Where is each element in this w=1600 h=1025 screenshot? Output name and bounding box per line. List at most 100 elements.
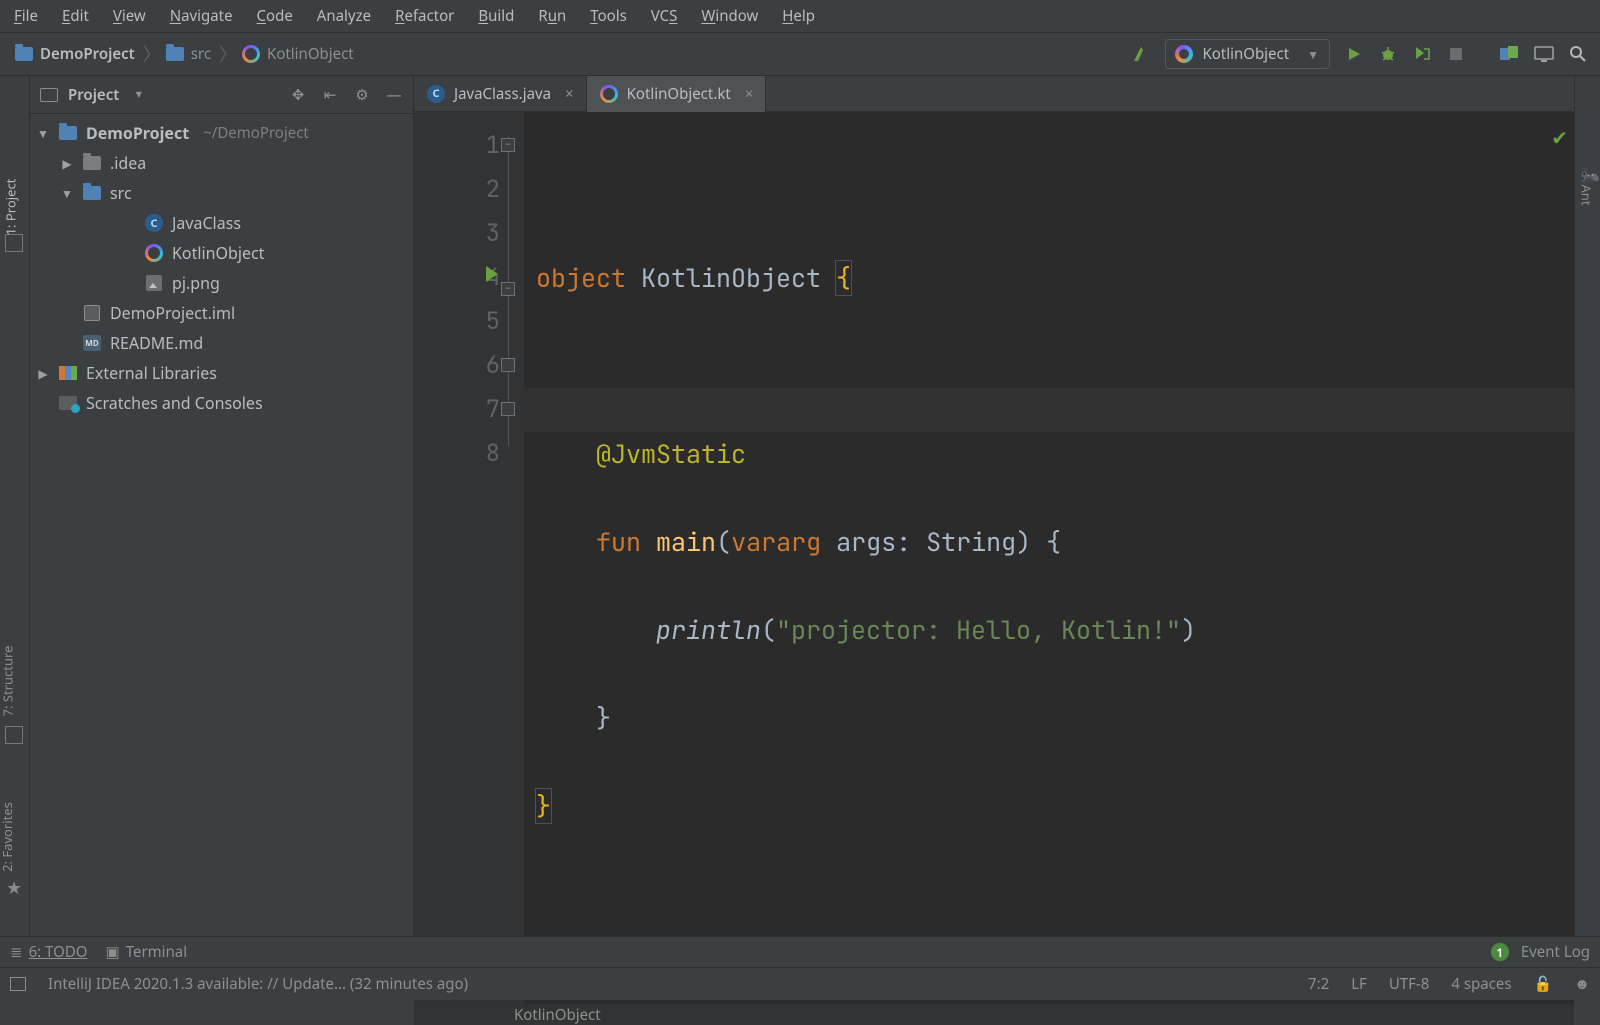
tab-javaclass[interactable]: C JavaClass.java × — [414, 76, 587, 112]
kotlin-file-icon — [599, 84, 619, 104]
line-separator[interactable]: LF — [1351, 974, 1367, 994]
breadcrumb: DemoProject 〉 src 〉 KotlinObject — [14, 41, 358, 67]
kotlin-icon — [1174, 44, 1194, 64]
folder-icon — [165, 44, 185, 64]
menu-build[interactable]: Build — [468, 3, 524, 29]
caret-position[interactable]: 7:2 — [1308, 974, 1329, 994]
locate-icon[interactable]: ✥ — [285, 85, 311, 105]
folder-icon — [58, 123, 78, 143]
inspection-ok-icon[interactable]: ✔ — [1551, 116, 1568, 160]
build-icon[interactable] — [1125, 38, 1157, 70]
tree-node-readme[interactable]: ·MD README.md — [30, 328, 413, 358]
project-tree-title[interactable]: Project — [68, 85, 119, 105]
structure-panel-icon[interactable] — [5, 726, 23, 744]
menu-bar: File Edit View Navigate Code Analyze Ref… — [0, 0, 1600, 32]
tree-node-scratches[interactable]: · Scratches and Consoles — [30, 388, 413, 418]
event-count-badge: 1 — [1491, 943, 1509, 961]
java-class-icon: C — [426, 84, 446, 104]
project-tree[interactable]: ▼ DemoProject ~/DemoProject ▶ .idea ▼ sr… — [30, 114, 413, 936]
search-everywhere-icon[interactable] — [1562, 38, 1594, 70]
menu-view[interactable]: View — [103, 3, 156, 29]
menu-help[interactable]: Help — [772, 3, 825, 29]
tab-kotlinobject[interactable]: KotlinObject.kt × — [587, 76, 767, 112]
indent-setting[interactable]: 4 spaces — [1451, 974, 1511, 994]
menu-run[interactable]: Run — [528, 3, 576, 29]
project-panel-icon[interactable] — [5, 234, 23, 252]
menu-code[interactable]: Code — [247, 3, 303, 29]
image-file-icon — [144, 273, 164, 293]
tool-window-project[interactable]: 1: Project — [1, 179, 19, 236]
markdown-file-icon: MD — [82, 333, 102, 353]
kotlin-icon — [241, 44, 261, 64]
gutter[interactable]: 12345678 — [414, 112, 508, 1004]
tool-window-todo[interactable]: ≣ 6: TODO — [10, 942, 88, 962]
breadcrumb-src[interactable]: src — [187, 42, 215, 66]
fold-icon[interactable]: − — [501, 282, 515, 296]
memory-indicator-icon[interactable]: ☻ — [1574, 974, 1590, 994]
chevron-right-icon: 〉 — [217, 41, 239, 67]
main-area: 1: Project 7: Structure 2: Favorites ★ P… — [0, 76, 1600, 936]
iml-file-icon — [82, 303, 102, 323]
readonly-toggle-icon[interactable]: 🔓 — [1534, 974, 1553, 994]
fold-end-icon[interactable] — [501, 358, 515, 372]
list-icon: ≣ — [10, 942, 23, 962]
menu-tools[interactable]: Tools — [580, 3, 637, 29]
chevron-right-icon: 〉 — [141, 41, 163, 67]
menu-refactor[interactable]: Refactor — [385, 3, 464, 29]
stop-button[interactable] — [1440, 38, 1472, 70]
menu-edit[interactable]: Edit — [52, 3, 99, 29]
hide-panel-icon[interactable]: — — [381, 85, 407, 105]
close-icon[interactable]: × — [745, 84, 754, 104]
tree-node-idea[interactable]: ▶ .idea — [30, 148, 413, 178]
libraries-icon — [58, 363, 78, 383]
java-class-icon: C — [144, 213, 164, 233]
tree-node-demoproject[interactable]: ▼ DemoProject ~/DemoProject — [30, 118, 413, 148]
tree-node-src[interactable]: ▼ src — [30, 178, 413, 208]
menu-window[interactable]: Window — [691, 3, 768, 29]
tool-window-terminal[interactable]: ▣ Terminal — [106, 942, 188, 962]
screen-icon[interactable] — [1528, 38, 1560, 70]
settings-icon[interactable]: ⚙ — [349, 85, 375, 105]
file-encoding[interactable]: UTF-8 — [1389, 974, 1430, 994]
update-running-app-icon[interactable] — [1494, 38, 1526, 70]
tree-node-pjpng[interactable]: · pj.png — [30, 268, 413, 298]
left-tool-strip: 1: Project 7: Structure 2: Favorites ★ — [0, 76, 30, 936]
chevron-down-icon[interactable]: ▼ — [133, 87, 144, 102]
menu-vcs[interactable]: VCS — [641, 3, 688, 29]
fold-icon[interactable]: − — [501, 138, 515, 152]
ant-icon[interactable]: 🐜 — [1580, 164, 1600, 186]
tree-node-demoproject-iml[interactable]: · DemoProject.iml — [30, 298, 413, 328]
breadcrumb-file[interactable]: KotlinObject — [263, 42, 358, 66]
tool-window-structure[interactable]: 7: Structure — [0, 646, 16, 717]
close-icon[interactable]: × — [565, 84, 574, 104]
collapse-all-icon[interactable]: ⇤ — [317, 85, 343, 105]
tool-window-favorites[interactable]: 2: Favorites — [0, 802, 16, 872]
project-tree-header: Project ▼ ✥ ⇤ ⚙ — — [30, 76, 413, 114]
run-gutter-icon[interactable] — [486, 266, 498, 282]
chevron-down-icon: ▼ — [1307, 46, 1319, 63]
tree-node-external-libraries[interactable]: ▶ External Libraries — [30, 358, 413, 388]
tree-node-kotlinobject[interactable]: · KotlinObject — [30, 238, 413, 268]
tool-window-ant[interactable]: Ant — [1577, 184, 1595, 205]
run-with-coverage-button[interactable] — [1406, 38, 1438, 70]
tree-node-javaclass[interactable]: ·C JavaClass — [30, 208, 413, 238]
debug-button[interactable] — [1372, 38, 1404, 70]
status-message[interactable]: IntelliJ IDEA 2020.1.3 available: // Upd… — [48, 974, 468, 994]
project-scope-icon — [40, 88, 58, 102]
menu-analyze[interactable]: Analyze — [307, 3, 381, 29]
tool-windows-icon[interactable] — [10, 977, 26, 991]
folder-icon — [14, 44, 34, 64]
code-area[interactable]: ✔ object KotlinObject { @JvmStatic fun m… — [524, 112, 1574, 1004]
tool-window-event-log[interactable]: 1 Event Log — [1491, 942, 1590, 962]
run-button[interactable] — [1338, 38, 1370, 70]
folder-icon — [82, 183, 102, 203]
menu-navigate[interactable]: Navigate — [160, 3, 243, 29]
menu-file[interactable]: File — [4, 3, 48, 29]
bottom-tool-bar: ≣ 6: TODO ▣ Terminal 1 Event Log — [0, 936, 1600, 968]
editor-breadcrumb[interactable]: KotlinObject — [414, 1004, 1574, 1025]
star-icon[interactable]: ★ — [6, 876, 22, 900]
fold-end-icon[interactable] — [501, 402, 515, 416]
breadcrumb-project[interactable]: DemoProject — [36, 42, 139, 66]
run-configuration-select[interactable]: KotlinObject ▼ — [1165, 39, 1330, 69]
right-tool-strip: 🐜 Ant — [1574, 76, 1600, 936]
